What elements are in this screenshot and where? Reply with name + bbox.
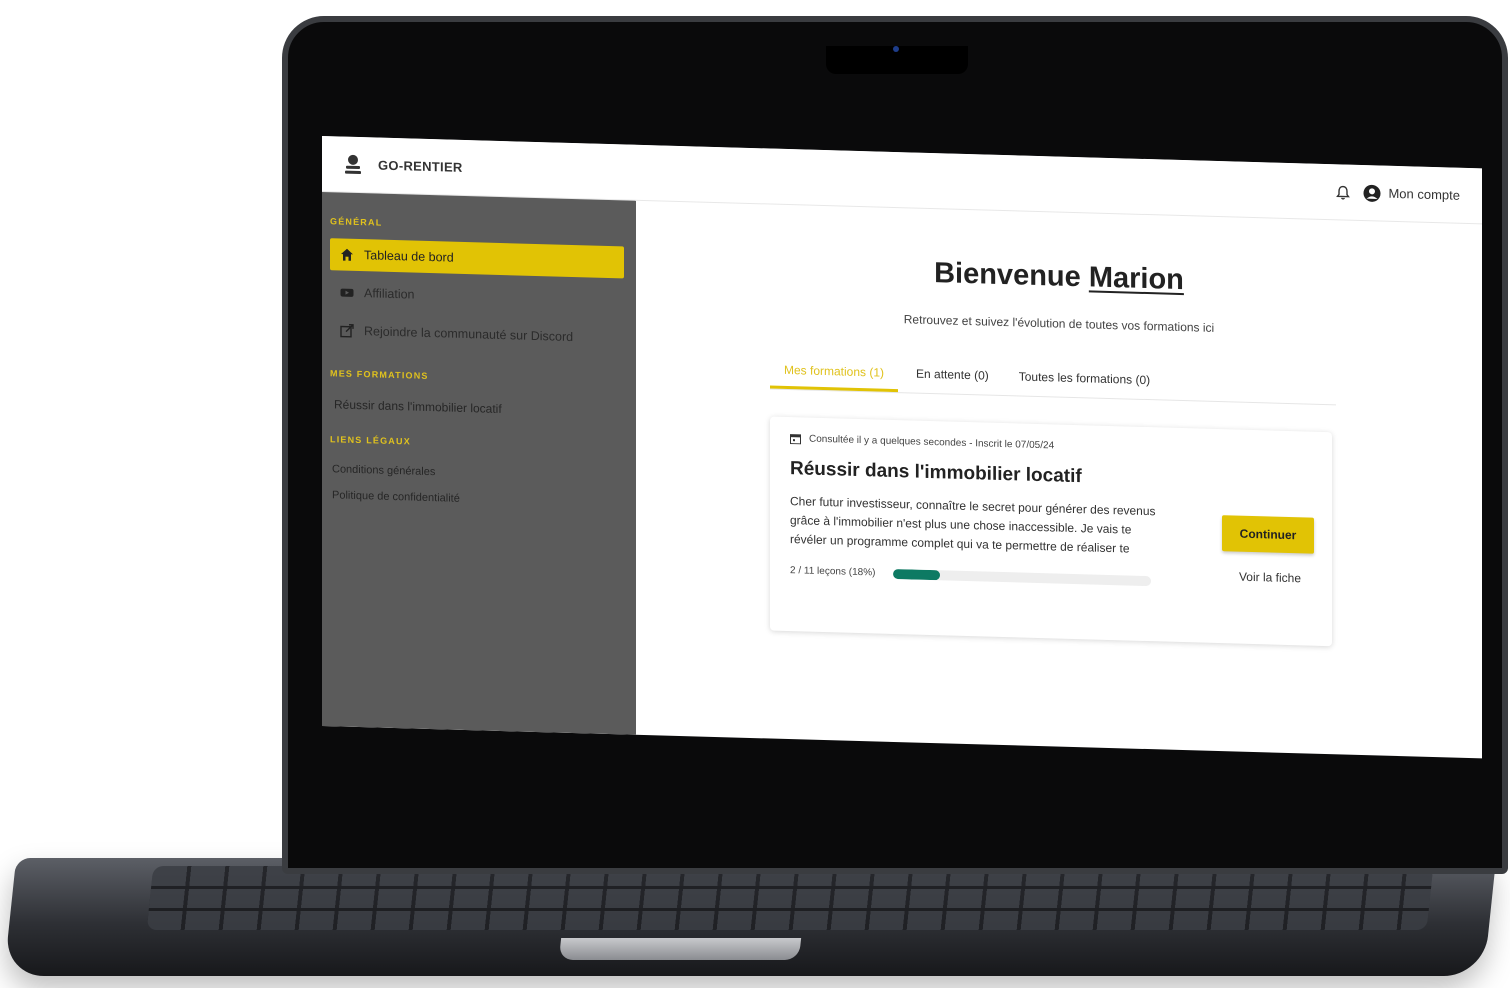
account-menu[interactable]: Mon compte [1363, 184, 1460, 205]
laptop-keyboard [146, 866, 1434, 930]
course-meta-text: Consultée il y a quelques secondes - Ins… [809, 433, 1055, 452]
course-card: Consultée il y a quelques secondes - Ins… [770, 416, 1332, 647]
course-description: Cher futur investisseur, connaître le se… [790, 494, 1156, 556]
sidebar-item-dashboard[interactable]: Tableau de bord [330, 238, 624, 279]
course-title: Réussir dans l'immobilier locatif [790, 458, 1082, 488]
laptop-hinge [558, 938, 802, 960]
continue-button[interactable]: Continuer [1222, 515, 1314, 554]
sidebar-item-label: Affiliation [364, 286, 415, 302]
tab-en-attente[interactable]: En attente (0) [904, 356, 1001, 395]
course-actions: Continuer Voir la fiche [1222, 515, 1318, 586]
tab-mes-formations[interactable]: Mes formations (1) [770, 352, 899, 393]
view-sheet-link[interactable]: Voir la fiche [1222, 569, 1318, 586]
brand[interactable]: GO-RENTIER [344, 153, 463, 178]
bell-icon[interactable] [1335, 184, 1351, 200]
sidebar-item-label: Tableau de bord [364, 248, 454, 265]
external-link-icon [340, 324, 354, 338]
page-title: Bienvenue Marion [636, 249, 1482, 306]
video-icon [340, 288, 354, 297]
sidebar-item-label: Rejoindre la communauté sur Discord [364, 324, 574, 345]
camera-icon [893, 46, 899, 52]
calendar-icon [790, 434, 801, 445]
main-content: Bienvenue Marion Retrouvez et suivez l'é… [636, 201, 1482, 759]
app-screen: GO-RENTIER Mon compte GÉNÉRAL Tableau de… [322, 136, 1482, 759]
logo-icon [345, 154, 361, 174]
home-icon [341, 248, 353, 261]
sidebar-item-affiliation[interactable]: Affiliation [330, 276, 624, 316]
sidebar-item-discord[interactable]: Rejoindre la communauté sur Discord [330, 314, 624, 354]
brand-name: GO-RENTIER [378, 157, 463, 175]
section-title-general: GÉNÉRAL [330, 216, 383, 228]
progress-fill [893, 568, 940, 580]
account-label: Mon compte [1388, 185, 1460, 203]
tab-toutes-formations[interactable]: Toutes les formations (0) [1007, 359, 1162, 399]
progress-bar [893, 568, 1152, 586]
page-subtitle: Retrouvez et suivez l'évolution de toute… [903, 312, 1215, 335]
progress-label: 2 / 11 leçons (18%) [790, 565, 876, 579]
tabs: Mes formations (1) En attente (0) Toutes… [770, 352, 1336, 406]
top-right-actions: Mon compte [1335, 183, 1460, 204]
course-meta: Consultée il y a quelques secondes - Ins… [790, 433, 1312, 459]
sidebar: GÉNÉRAL Tableau de bord Affiliation Rejo… [322, 192, 636, 735]
user-name: Marion [1088, 261, 1184, 297]
laptop-mockup: GO-RENTIER Mon compte GÉNÉRAL Tableau de… [0, 0, 1510, 988]
user-circle-icon [1363, 184, 1381, 202]
welcome-text: Bienvenue [934, 257, 1081, 294]
